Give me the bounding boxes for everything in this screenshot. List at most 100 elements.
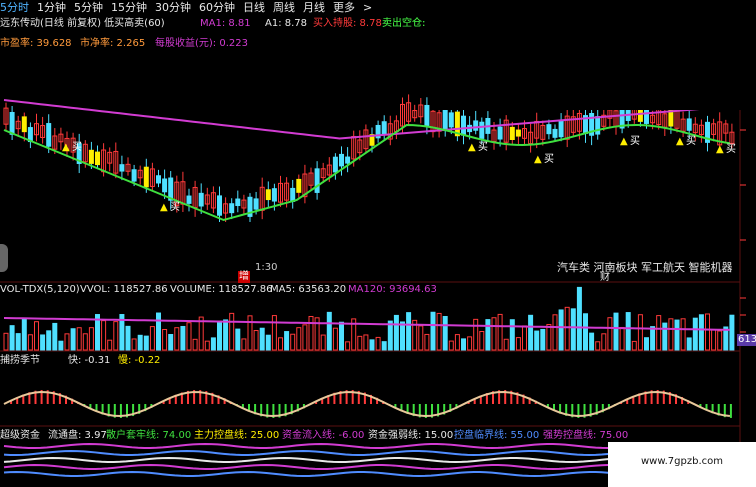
osc-fast-line — [3, 391, 731, 418]
volume-bar — [717, 330, 723, 351]
volume-bar — [680, 318, 686, 351]
buy-arrow-icon: ▲ — [620, 136, 628, 147]
volume-bar — [290, 333, 296, 351]
volume-bar — [253, 330, 259, 351]
vvol-value: VVOL: 118527.86 — [80, 284, 168, 295]
volume-bar — [406, 312, 412, 351]
candle — [9, 111, 15, 135]
occlusion-area — [173, 222, 608, 264]
volume-bars — [3, 286, 735, 351]
strength-line-value: 资金强弱线: 15.00 — [368, 430, 454, 441]
candle — [131, 169, 137, 182]
volume-bar — [52, 322, 58, 351]
candle — [546, 124, 552, 135]
volume-bar — [552, 314, 558, 351]
volume-bar — [137, 334, 143, 351]
volume-bar — [454, 334, 460, 351]
osc-fast-value: 快: -0.31 — [68, 355, 111, 366]
vol-right-label: 613 — [737, 334, 756, 346]
volume-bar — [515, 337, 521, 351]
volume-bar — [619, 326, 625, 351]
volume-bar — [46, 330, 52, 351]
candle — [290, 187, 296, 202]
buy-arrow-icon: ▲ — [62, 142, 70, 153]
fund-indicator-name[interactable]: 超级资金 — [0, 430, 40, 442]
volume-bar — [528, 314, 534, 351]
volume-bar — [400, 321, 405, 351]
circ-value: 流通盘: 3.97 — [48, 430, 107, 441]
volume-bar — [607, 317, 613, 351]
volume-bar — [168, 334, 174, 351]
candle — [345, 156, 351, 164]
volume-bar — [192, 338, 198, 351]
volume-bar — [595, 341, 601, 351]
buy-arrow-icon: ▲ — [160, 202, 168, 213]
buy-marker-label: 买 — [478, 141, 488, 153]
volume-bar — [363, 334, 369, 351]
volume-bar — [15, 333, 21, 351]
volume-bar — [467, 336, 473, 351]
buy-marker-label: 买 — [686, 135, 696, 147]
volume-bar — [217, 320, 222, 351]
volume-bar — [125, 325, 131, 351]
candle — [515, 129, 521, 137]
candle — [637, 109, 643, 122]
volume-bar — [698, 314, 704, 351]
tag-auto[interactable]: 汽车类 — [557, 261, 590, 274]
buy-marker-label: 买 — [726, 143, 736, 155]
volume-bar — [101, 320, 107, 351]
strong-line-value: 强势控盘线: 75.00 — [543, 430, 629, 441]
candle — [339, 153, 344, 167]
volume-bar — [27, 334, 33, 351]
candle — [198, 192, 204, 207]
volume-bar — [436, 312, 442, 351]
watermark-text: www.7gpzb.com — [641, 456, 723, 467]
side-collapse-handle[interactable] — [0, 244, 8, 272]
volume-bar — [241, 338, 247, 351]
vol-indicator-name[interactable]: VOL-TDX(5,120) — [0, 284, 80, 296]
volume-bar — [461, 338, 466, 351]
volume-bar — [82, 333, 88, 351]
candle — [296, 178, 302, 193]
ma120-value: MA120: 93694.63 — [348, 284, 437, 295]
volume-bar — [601, 333, 607, 351]
volume-bar — [339, 321, 344, 351]
vol-ma-line — [3, 317, 730, 331]
volume-bar — [485, 319, 491, 351]
volume-bar — [711, 329, 717, 351]
candle — [119, 164, 125, 172]
candle — [95, 151, 100, 166]
volume-bar — [381, 341, 387, 351]
candle — [229, 203, 235, 214]
critical-line-value: 控盘临界线: 55.00 — [454, 430, 540, 441]
volume-bar — [424, 333, 430, 351]
volume-bar — [332, 327, 338, 351]
volume-bar — [3, 332, 9, 351]
candle — [46, 123, 52, 147]
tag-robot[interactable]: 智能机器 — [689, 261, 733, 274]
tag-military[interactable]: 军工航天 — [641, 261, 685, 274]
control-line-value: 主力控盘线: 25.00 — [194, 430, 280, 441]
volume-bar — [637, 314, 643, 351]
buy-marker-label: 买 — [72, 141, 82, 153]
volume-bar — [302, 324, 308, 351]
candle — [448, 112, 454, 128]
volume-bar — [540, 328, 546, 351]
volume-bar — [546, 324, 552, 351]
volume-bar — [345, 341, 351, 351]
candle — [552, 128, 558, 138]
site-watermark: www.7gpzb.com — [608, 442, 756, 487]
volume-bar — [9, 325, 15, 351]
volume-bar — [259, 327, 265, 351]
candle — [558, 119, 564, 138]
volume-bar — [284, 331, 290, 351]
tag-sub: 财 — [600, 272, 610, 283]
volume-bar — [589, 332, 595, 351]
volume-bar — [265, 334, 271, 351]
volume-bar — [320, 334, 326, 351]
volume-bar — [131, 338, 137, 351]
volume-bar — [668, 318, 674, 351]
osc-indicator-name[interactable]: 捕捞季节 — [0, 355, 40, 367]
volume-bar — [21, 318, 27, 351]
volume-bar — [473, 318, 479, 351]
